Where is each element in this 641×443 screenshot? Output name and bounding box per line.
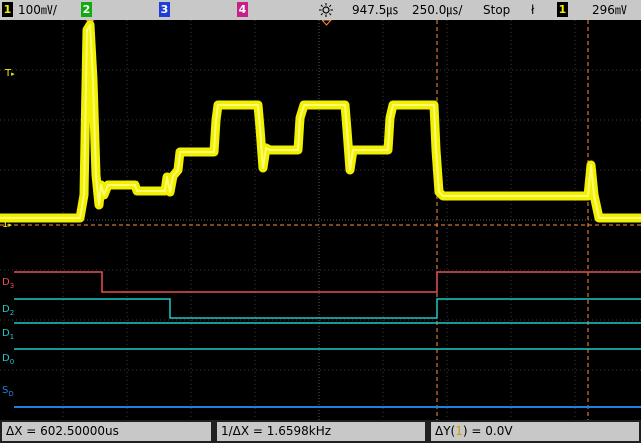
delta-x-readout[interactable]: ΔX = 602.50000us <box>2 422 211 441</box>
cursor-readout-bar: ΔX = 602.50000us 1/ΔX = 1.6598kHz ΔY(1) … <box>0 420 641 443</box>
waveform-canvas <box>0 20 641 420</box>
delta-y-readout[interactable]: ΔY(1) = 0.0V <box>431 422 639 441</box>
waveform-display[interactable]: T▸ 1▸ D3 D2 D1 D0 SD <box>0 20 641 420</box>
trigger-level[interactable]: 296㎷ <box>592 2 627 18</box>
channel-1-indicator[interactable]: 1 <box>2 2 13 17</box>
channel-1-waveform <box>0 20 641 223</box>
digital-d2-trace <box>14 298 641 319</box>
trigger-source[interactable]: 1 <box>557 2 568 17</box>
trigger-slope-icon: ł <box>531 3 535 17</box>
sun-icon <box>319 3 333 17</box>
digital-d3-trace <box>14 271 641 293</box>
digital-d0-label: D0 <box>2 353 15 367</box>
serial-decode-label: SD <box>2 385 14 399</box>
inverse-delta-x-readout[interactable]: 1/ΔX = 1.6598kHz <box>217 422 425 441</box>
time-delay[interactable]: 947.5㎲ <box>352 2 398 18</box>
channel-1-ground-marker: 1▸ <box>2 219 12 230</box>
delay-marker <box>321 20 332 26</box>
digital-d3-label: D3 <box>2 277 15 291</box>
digital-d2-label: D2 <box>2 304 15 318</box>
channel-2-indicator[interactable]: 2 <box>81 2 92 17</box>
digital-d1-label: D1 <box>2 328 15 342</box>
channel-4-indicator[interactable]: 4 <box>237 2 248 17</box>
channel-3-indicator[interactable]: 3 <box>159 2 170 17</box>
channel-1-scale[interactable]: 100㎷/ <box>18 2 57 18</box>
status-bar: 1 100㎷/ 2 3 4 947.5㎲ 250.0㎲/ Stop ł 1 29… <box>0 0 641 20</box>
run-state[interactable]: Stop <box>483 2 510 18</box>
trigger-level-marker: T▸ <box>5 68 15 79</box>
time-scale[interactable]: 250.0㎲/ <box>412 2 462 18</box>
